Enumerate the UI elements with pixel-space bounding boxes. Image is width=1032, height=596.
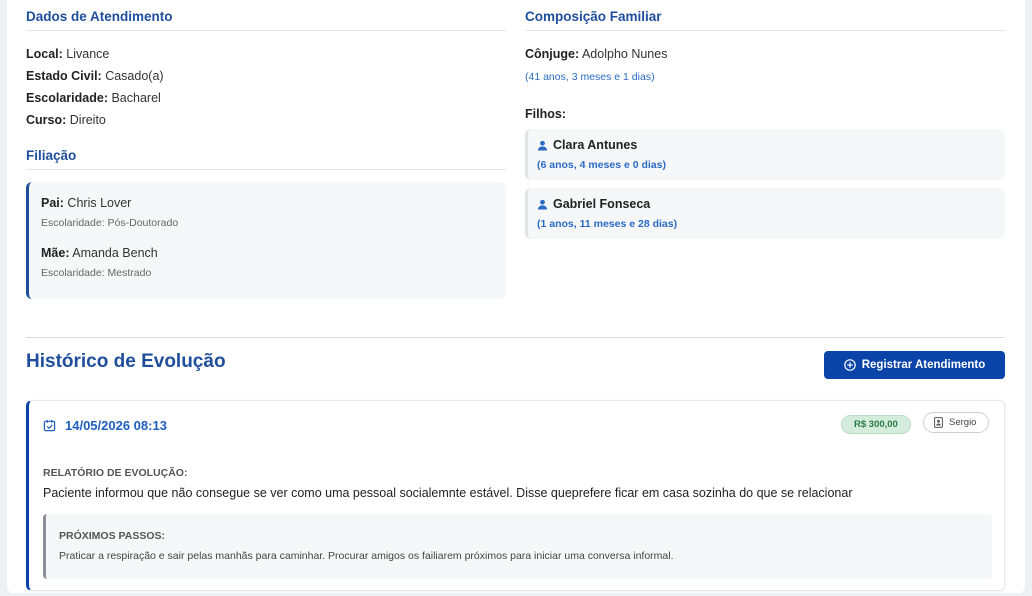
historico-title: Histórico de Evolução: [26, 351, 226, 372]
proximos-text: Praticar a respiração e sair pelas manhã…: [59, 550, 674, 562]
entry-date: 14/05/2026 08:13: [43, 418, 167, 433]
conjuge-line: Cônjuge: Adolpho Nunes: [525, 47, 668, 61]
person-icon: [537, 199, 548, 210]
child-age: (1 anos, 11 meses e 28 dias): [537, 218, 678, 230]
child-age: (6 anos, 4 meses e 0 dias): [537, 159, 666, 171]
child-item: Clara Antunes (6 anos, 4 meses e 0 dias): [525, 129, 1005, 180]
familiar-title: Composição Familiar: [525, 0, 1005, 31]
registrar-atendimento-button[interactable]: Registrar Atendimento: [824, 351, 1005, 379]
right-column: Composição Familiar Cônjuge: Adolpho Nun…: [525, 0, 1005, 239]
field-curso: Curso: Direito: [26, 113, 106, 127]
filiacao-box: Pai: Chris Lover Escolaridade: Pós-Douto…: [26, 182, 506, 299]
registrar-atendimento-label: Registrar Atendimento: [861, 359, 986, 371]
child-name: Clara Antunes: [553, 138, 638, 152]
field-escolaridade: Escolaridade: Bacharel: [26, 91, 161, 105]
atendimento-title: Dados de Atendimento: [26, 0, 506, 31]
person-icon: [537, 140, 548, 151]
patient-card: Dados de Atendimento Local: Livance Esta…: [7, 0, 1025, 593]
evolution-entry: 14/05/2026 08:13 R$ 300,00 Sergio RELATÓ…: [26, 400, 1005, 591]
proximos-label: PRÓXIMOS PASSOS:: [59, 530, 165, 542]
user-badge: Sergio: [923, 412, 990, 433]
entry-date-text: 14/05/2026 08:13: [65, 418, 167, 433]
atendimento-fields: Local: Livance Estado Civil: Casado(a) E…: [26, 43, 506, 131]
user-name: Sergio: [949, 417, 977, 428]
relatorio-label: RELATÓRIO DE EVOLUÇÃO:: [43, 467, 188, 479]
pai-line: Pai: Chris Lover: [41, 196, 132, 210]
id-badge-icon: [934, 417, 943, 428]
conjuge-age: (41 anos, 3 meses e 1 dias): [525, 71, 655, 83]
field-estado-civil: Estado Civil: Casado(a): [26, 69, 164, 83]
proximos-passos-box: PRÓXIMOS PASSOS: Praticar a respiração e…: [43, 514, 992, 579]
filiacao-title: Filiação: [26, 139, 506, 170]
left-column: Dados de Atendimento Local: Livance Esta…: [26, 0, 506, 299]
child-name: Gabriel Fonseca: [553, 197, 651, 211]
calendar-check-icon: [43, 419, 56, 432]
relatorio-text: Paciente informou que não consegue se ve…: [43, 486, 853, 500]
field-local: Local: Livance: [26, 47, 110, 61]
mae-line: Mãe: Amanda Bench: [41, 246, 158, 260]
pai-escolaridade: Escolaridade: Pós-Doutorado: [41, 217, 179, 229]
mae-escolaridade: Escolaridade: Mestrado: [41, 267, 152, 279]
filhos-label: Filhos:: [525, 107, 566, 121]
section-divider: [26, 337, 1005, 338]
child-item: Gabriel Fonseca (1 anos, 11 meses e 28 d…: [525, 188, 1005, 239]
price-badge: R$ 300,00: [841, 415, 911, 434]
plus-circle-icon: [843, 359, 856, 371]
